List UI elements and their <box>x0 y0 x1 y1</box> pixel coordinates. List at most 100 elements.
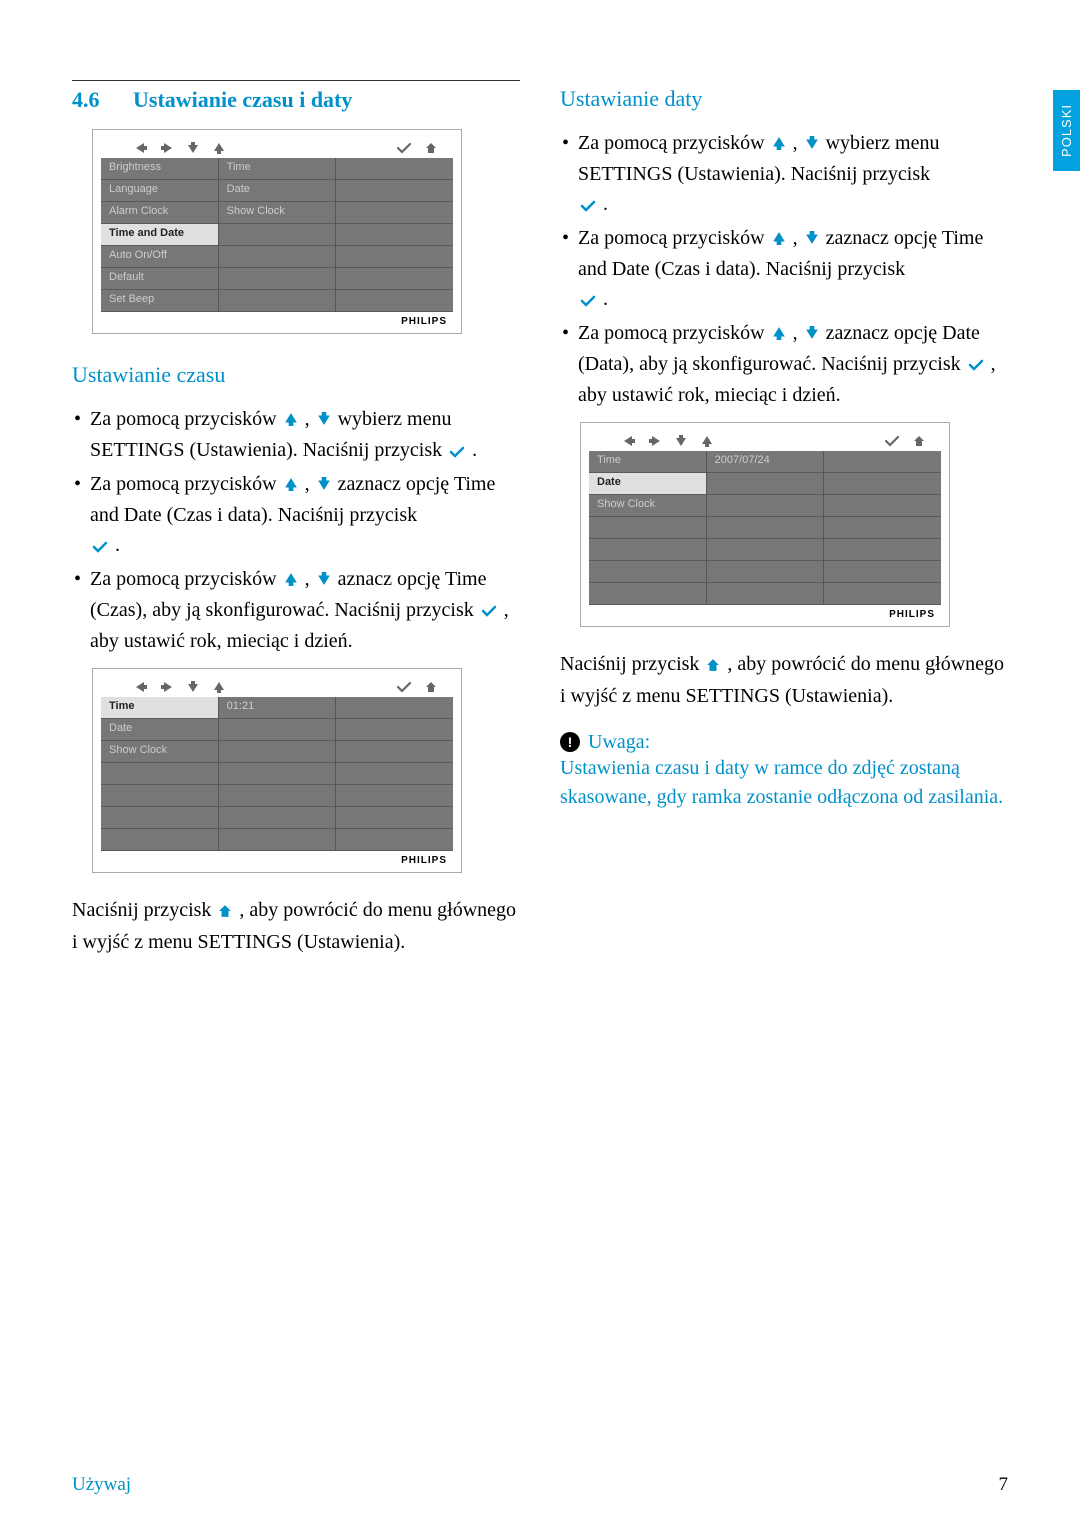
list-item: Za pomocą przycisków , zaznacz opcję Tim… <box>90 469 520 562</box>
list-item: Za pomocą przycisków , wybierz menu SETT… <box>578 128 1008 221</box>
date-instructions: Za pomocą przycisków , wybierz menu SETT… <box>560 128 1008 410</box>
panel-cell <box>336 785 453 807</box>
list-item: Za pomocą przycisków , zaznacz opcję Tim… <box>578 223 1008 316</box>
panel-cell: Date <box>219 180 336 202</box>
text: , <box>305 568 315 590</box>
panel-cell <box>336 180 453 202</box>
panel-cell: Language <box>101 180 218 202</box>
check-icon <box>580 286 596 316</box>
arrow-left-icon <box>135 142 147 154</box>
panel-cell <box>219 785 336 807</box>
panel-col-2: 2007/07/24 <box>707 451 825 605</box>
text: , <box>793 227 803 249</box>
text: Za pomocą przycisków <box>90 473 282 495</box>
arrow-down-icon <box>317 405 331 435</box>
panel-cell <box>101 829 218 851</box>
panel-col-3 <box>336 158 453 312</box>
panel-cell <box>336 290 453 312</box>
device-screenshot-3: TimeDateShow Clock 2007/07/24 PHILIPS <box>580 422 950 627</box>
panel-cell <box>336 202 453 224</box>
panel-cell <box>219 741 336 763</box>
right-column: Ustawianie daty Za pomocą przycisków , w… <box>560 80 1008 957</box>
home-icon <box>913 435 925 447</box>
home-icon <box>425 142 437 154</box>
list-item: Za pomocą przycisków , aznacz opcję Time… <box>90 564 520 657</box>
panel-cell <box>219 268 336 290</box>
panel-cell <box>336 158 453 180</box>
panel-cell <box>101 807 218 829</box>
device-iconbar <box>101 677 453 697</box>
home-icon <box>218 897 232 927</box>
text: Za pomocą przycisków <box>578 227 770 249</box>
device-iconbar <box>589 431 941 451</box>
panel-cell: Set Beep <box>101 290 218 312</box>
panel-cell: 2007/07/24 <box>707 451 824 473</box>
section-heading: 4.6 Ustawianie czasu i daty <box>72 80 520 113</box>
panel-cell <box>336 697 453 719</box>
text: Za pomocą przycisków <box>578 132 770 154</box>
check-icon <box>92 532 108 562</box>
text: Za pomocą przycisków <box>90 408 282 430</box>
panel-cell <box>336 763 453 785</box>
arrow-down-icon <box>187 681 199 693</box>
check-icon <box>397 142 411 154</box>
text: , <box>793 132 803 154</box>
panel-cell <box>336 268 453 290</box>
subheading-time: Ustawianie czasu <box>72 362 520 388</box>
check-icon <box>885 435 899 447</box>
panel-cell <box>824 473 941 495</box>
check-icon <box>580 191 596 221</box>
arrow-down-icon <box>317 470 331 500</box>
panel-cell <box>589 517 706 539</box>
text: . <box>115 534 120 556</box>
exclamation-icon: ! <box>560 732 580 752</box>
brand-label: PHILIPS <box>101 312 453 327</box>
page-number: 7 <box>999 1474 1009 1496</box>
panel-cell <box>101 763 218 785</box>
language-tab: POLSKI <box>1053 90 1080 171</box>
panel-cell <box>707 495 824 517</box>
arrow-down-icon <box>805 129 819 159</box>
panel-col-3 <box>824 451 941 605</box>
panel-cell: Time <box>101 697 218 719</box>
arrow-left-icon <box>623 435 635 447</box>
panel-col-1: TimeDateShow Clock <box>589 451 707 605</box>
arrow-left-icon <box>135 681 147 693</box>
note-body: Ustawienia czasu i daty w ramce do zdjęć… <box>560 754 1008 812</box>
panel-cell <box>336 807 453 829</box>
device-screenshot-1: BrightnessLanguageAlarm ClockTime and Da… <box>92 129 462 334</box>
arrow-up-icon <box>701 435 713 447</box>
text: Naciśnij przycisk <box>72 899 216 921</box>
arrow-down-icon <box>805 224 819 254</box>
panel-cell <box>589 561 706 583</box>
panel-col-2: TimeDateShow Clock <box>219 158 337 312</box>
panel-cell <box>824 451 941 473</box>
text: . <box>472 439 477 461</box>
panel-cell <box>219 290 336 312</box>
text: Za pomocą przycisków <box>578 322 770 344</box>
panel-cell: Auto On/Off <box>101 246 218 268</box>
panel-cell <box>336 224 453 246</box>
text: Naciśnij przycisk <box>560 653 704 675</box>
home-icon <box>706 651 720 681</box>
panel-cell <box>336 829 453 851</box>
panel-cell: Date <box>589 473 706 495</box>
panel-cell <box>824 561 941 583</box>
panel-cell <box>219 807 336 829</box>
arrow-down-icon <box>805 319 819 349</box>
arrow-up-icon <box>772 129 786 159</box>
list-item: Za pomocą przycisków , zaznacz opcję Dat… <box>578 318 1008 411</box>
footer-section: Używaj <box>72 1474 131 1496</box>
panel-cell <box>707 561 824 583</box>
arrow-down-icon <box>187 142 199 154</box>
check-icon <box>449 437 465 467</box>
panel-cell: Time and Date <box>101 224 218 246</box>
panel-cell <box>824 539 941 561</box>
panel-cell <box>707 473 824 495</box>
arrow-up-icon <box>772 319 786 349</box>
arrow-up-icon <box>772 224 786 254</box>
return-text: Naciśnij przycisk , aby powrócić do menu… <box>72 895 520 956</box>
panel-cell <box>707 539 824 561</box>
subheading-date: Ustawianie daty <box>560 86 1008 112</box>
panel-cell <box>589 583 706 605</box>
